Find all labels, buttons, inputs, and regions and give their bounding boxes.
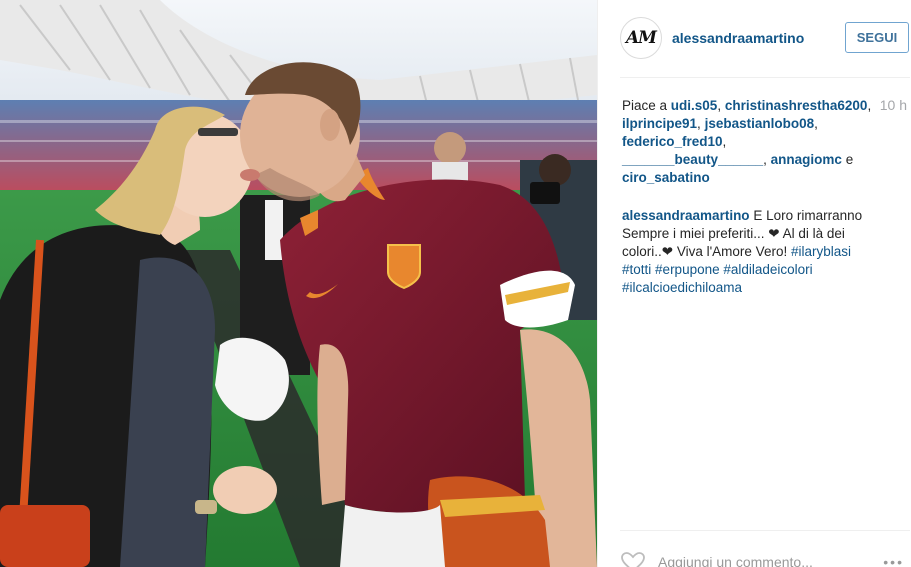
ellipsis-icon[interactable]: ••• — [883, 554, 904, 567]
like-user-link[interactable]: federico_fred10 — [622, 134, 723, 149]
hashtag-link[interactable]: #totti — [622, 262, 651, 277]
like-user-link[interactable]: ilprincipe91 — [622, 116, 697, 131]
follow-button[interactable]: SEGUI — [845, 22, 909, 53]
separator: , — [722, 134, 727, 149]
like-user-link[interactable]: udi.s05 — [671, 98, 718, 113]
post-timestamp[interactable]: 10 h — [880, 97, 907, 113]
heart-icon[interactable] — [620, 551, 648, 567]
like-user-link[interactable]: _______beauty______ — [622, 152, 763, 167]
separator: , — [763, 152, 767, 167]
separator: , — [697, 116, 701, 131]
caption-author-link[interactable]: alessandraamartino — [622, 208, 750, 223]
likes-conjunction: e — [845, 152, 854, 167]
username-link[interactable]: alessandraamartino — [672, 30, 804, 46]
like-user-link[interactable]: annagiomc — [771, 152, 842, 167]
divider — [620, 530, 910, 531]
comment-bar: ••• — [620, 548, 910, 567]
hashtag-link[interactable]: #ilaryblasi — [791, 244, 851, 259]
avatar[interactable]: AM — [620, 17, 662, 59]
separator: , — [717, 98, 722, 113]
divider — [620, 77, 910, 78]
post-sidebar: AM alessandraamartino SEGUI Piace a udi.… — [597, 0, 911, 567]
post-photo[interactable] — [0, 0, 597, 567]
separator: , — [867, 98, 872, 113]
post-caption: alessandraamartino E Loro rimarranno Sem… — [622, 207, 884, 297]
avatar-logo: AM — [625, 28, 657, 48]
hashtag-link[interactable]: #aldiladeicolori — [723, 262, 812, 277]
like-user-link[interactable]: jsebastianlobo08 — [705, 116, 815, 131]
likes-list: Piace a udi.s05, christinashrestha6200, … — [622, 97, 872, 187]
post-header: AM alessandraamartino SEGUI — [598, 0, 911, 77]
like-user-link[interactable]: ciro_sabatino — [622, 170, 710, 185]
likes-prefix: Piace a — [622, 98, 668, 113]
post-photo-illustration — [0, 0, 597, 567]
comment-input[interactable] — [658, 553, 868, 567]
like-user-link[interactable]: christinashrestha6200 — [725, 98, 868, 113]
hashtag-link[interactable]: #erpupone — [655, 262, 720, 277]
separator: , — [814, 116, 818, 131]
hashtag-link[interactable]: #ilcalcioedichiloama — [622, 280, 742, 295]
